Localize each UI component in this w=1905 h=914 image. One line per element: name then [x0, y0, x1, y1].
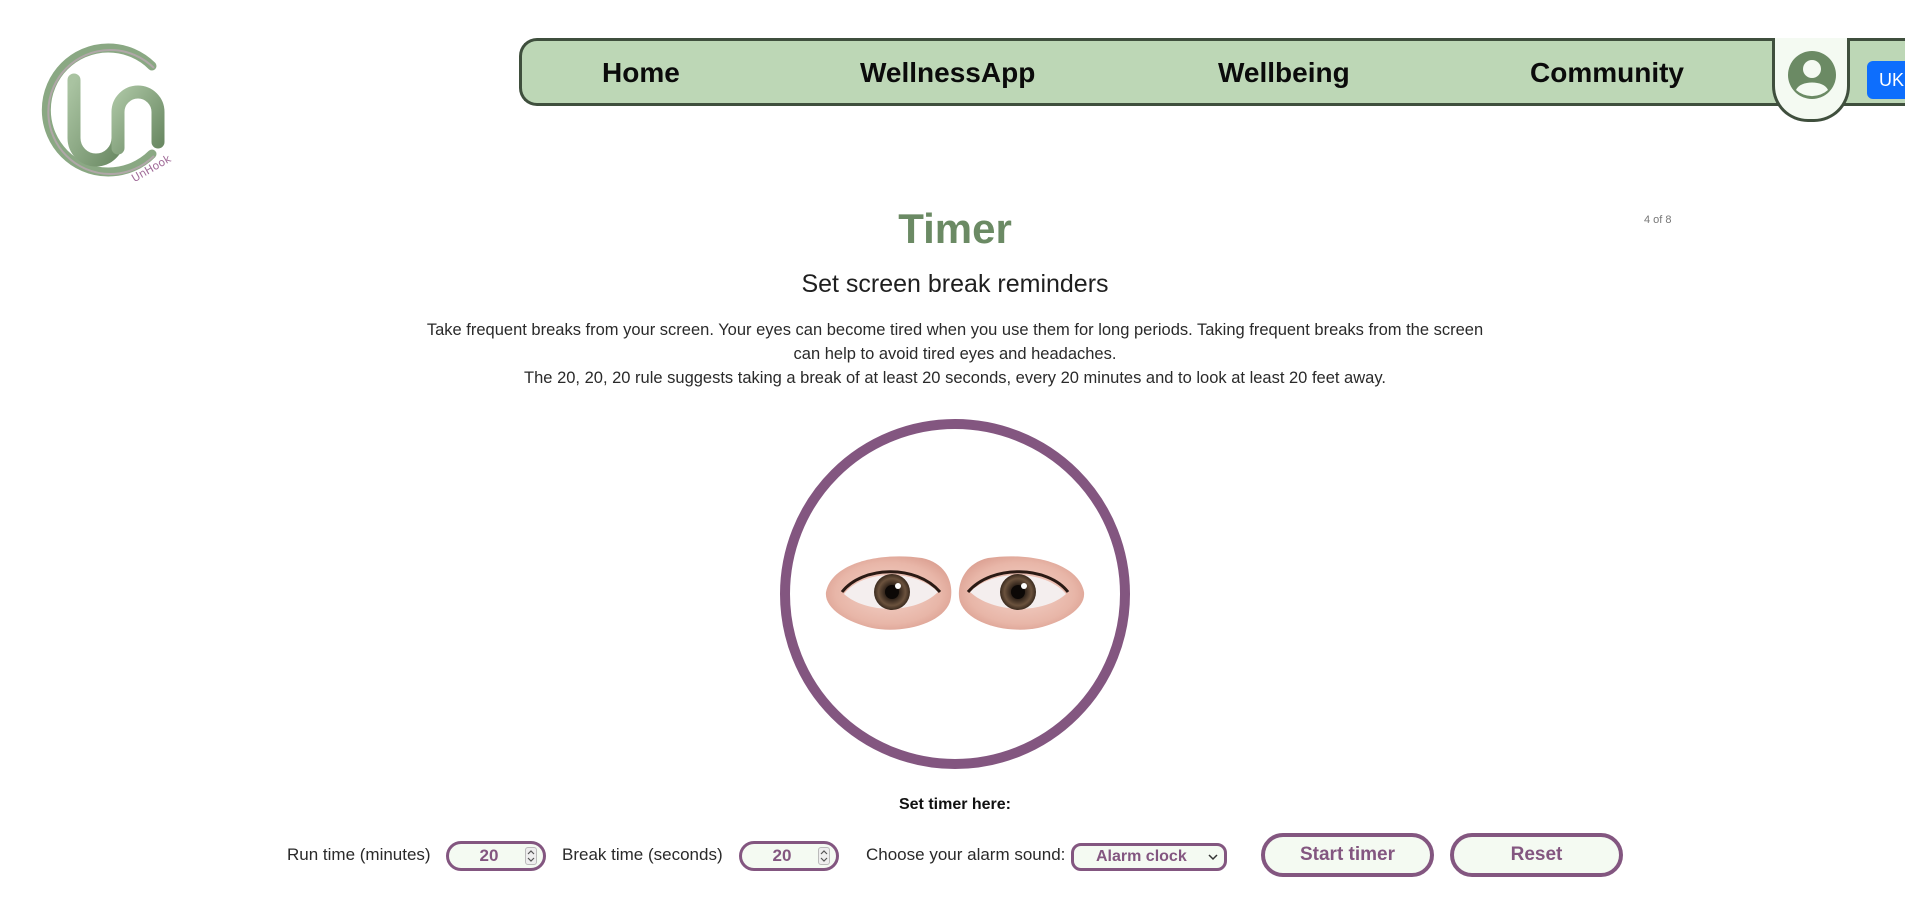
description-paragraph-2: The 20, 20, 20 rule suggests taking a br…: [524, 369, 1386, 387]
alarm-sound-label: Choose your alarm sound:: [866, 845, 1066, 864]
page-description: Take frequent breaks from your screen. Y…: [420, 318, 1490, 390]
alarm-sound-selected: Alarm clock: [1096, 848, 1187, 865]
main-navbar: Home WellnessApp Wellbeing Community: [519, 38, 1905, 106]
break-time-label: Break time (seconds): [562, 845, 723, 864]
reset-button[interactable]: Reset: [1450, 833, 1623, 877]
alarm-sound-select[interactable]: Alarm clock: [1071, 843, 1227, 871]
page: UnHook Home WellnessApp Wellbeing Commun…: [0, 0, 1905, 914]
unhook-logo[interactable]: UnHook: [34, 36, 174, 186]
nav-item-wellbeing[interactable]: Wellbeing: [1218, 57, 1350, 89]
page-subtitle: Set screen break reminders: [801, 270, 1109, 298]
spinner-arrows-icon: [527, 850, 535, 862]
profile-button[interactable]: [1772, 38, 1850, 122]
run-time-value: 20: [479, 846, 499, 865]
break-time-input[interactable]: 20: [739, 841, 839, 871]
spinner-arrows-icon: [820, 850, 828, 862]
start-timer-button[interactable]: Start timer: [1261, 833, 1434, 877]
nav-item-wellnessapp[interactable]: WellnessApp: [860, 57, 1035, 89]
user-circle-icon: [1788, 51, 1836, 99]
run-time-spinner[interactable]: [525, 847, 537, 865]
nav-item-home[interactable]: Home: [602, 57, 680, 89]
description-paragraph-1: Take frequent breaks from your screen. Y…: [426, 321, 1484, 363]
break-time-spinner[interactable]: [818, 847, 830, 865]
break-time-value: 20: [772, 846, 792, 865]
page-title: Timer: [898, 205, 1012, 252]
eyes-image: [825, 556, 1085, 630]
run-time-input[interactable]: 20: [446, 841, 546, 871]
language-button[interactable]: UK: [1867, 61, 1905, 99]
set-timer-label: Set timer here:: [898, 796, 1012, 813]
chevron-down-icon: [1208, 854, 1218, 861]
run-time-label: Run time (minutes): [287, 845, 431, 864]
nav-item-community[interactable]: Community: [1530, 57, 1684, 89]
